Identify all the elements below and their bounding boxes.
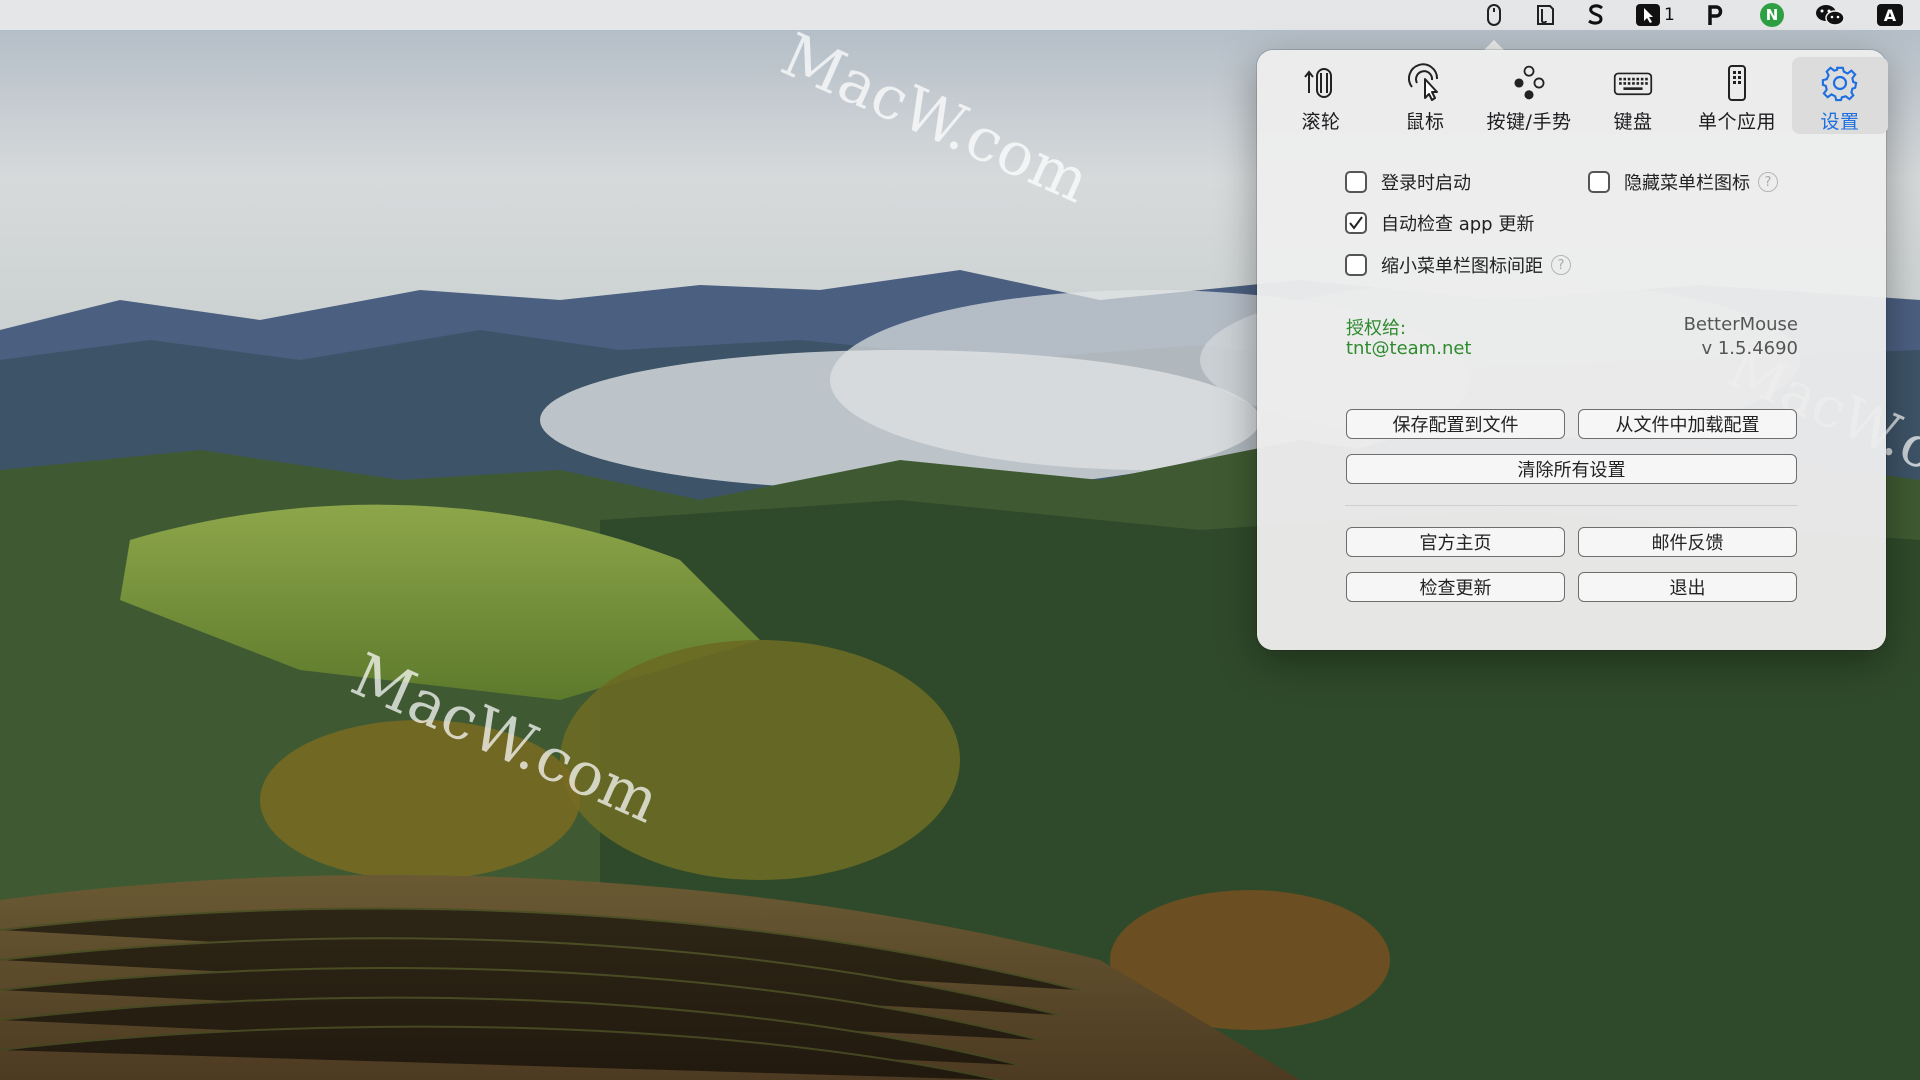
save-config-button[interactable]: 保存配置到文件 xyxy=(1346,409,1565,439)
checkbox-box[interactable] xyxy=(1345,171,1367,193)
cursor-badge: 1 xyxy=(1664,5,1675,25)
checkbox-label: 自动检查 app 更新 xyxy=(1381,214,1535,235)
launch-at-login-checkbox[interactable]: 登录时启动 xyxy=(1345,168,1471,196)
tab-keyboard[interactable]: 键盘 xyxy=(1585,57,1681,134)
tab-buttons-gestures[interactable]: 按键/手势 xyxy=(1481,57,1577,134)
document-icon[interactable] xyxy=(1534,3,1556,27)
tab-label: 按键/手势 xyxy=(1486,111,1572,133)
wechat-icon[interactable] xyxy=(1814,3,1846,27)
check-update-button[interactable]: 检查更新 xyxy=(1346,572,1565,602)
checkbox-box[interactable] xyxy=(1345,254,1367,276)
tab-label: 单个应用 xyxy=(1697,111,1776,133)
single-app-icon xyxy=(1717,61,1757,105)
load-config-button[interactable]: 从文件中加载配置 xyxy=(1578,409,1797,439)
help-icon[interactable]: ? xyxy=(1551,255,1571,275)
bettermouse-popover: 滚轮 鼠标 按键/手势 键盘 单个应用 设置 登录时启动 隐藏菜单栏图标 ? 自… xyxy=(1257,50,1888,650)
help-icon[interactable]: ? xyxy=(1758,172,1778,192)
s-logo-icon[interactable] xyxy=(1585,3,1607,27)
shrink-icon-spacing-checkbox[interactable]: 缩小菜单栏图标间距 ? xyxy=(1345,251,1571,279)
mouse-pointer-icon xyxy=(1405,61,1445,105)
keyboard-icon xyxy=(1613,61,1653,105)
app-version: v 1.5.4690 xyxy=(1701,338,1798,359)
quit-button[interactable]: 退出 xyxy=(1578,572,1797,602)
checkbox-label: 隐藏菜单栏图标 xyxy=(1624,173,1750,194)
gear-icon xyxy=(1820,61,1860,105)
licensed-to-label: 授权给: xyxy=(1346,318,1407,339)
tab-label: 滚轮 xyxy=(1301,111,1341,133)
tab-scroll-wheel[interactable]: 滚轮 xyxy=(1273,57,1369,134)
toolbar: 滚轮 鼠标 按键/手势 键盘 单个应用 设置 xyxy=(1272,57,1888,134)
p-logo-icon[interactable] xyxy=(1703,3,1725,27)
n-logo-icon[interactable]: N xyxy=(1760,3,1784,27)
homepage-button[interactable]: 官方主页 xyxy=(1346,527,1565,557)
checkmark-icon xyxy=(1349,216,1363,230)
cursor-icon[interactable]: 1 xyxy=(1635,3,1675,27)
tab-label: 设置 xyxy=(1820,111,1860,133)
clear-all-settings-button[interactable]: 清除所有设置 xyxy=(1346,454,1797,484)
app-name: BetterMouse xyxy=(1683,314,1798,335)
checkbox-box[interactable] xyxy=(1588,171,1610,193)
tab-single-app[interactable]: 单个应用 xyxy=(1689,57,1785,134)
input-source-icon[interactable]: A xyxy=(1877,3,1903,27)
email-feedback-button[interactable]: 邮件反馈 xyxy=(1578,527,1797,557)
checkbox-label: 缩小菜单栏图标间距 xyxy=(1381,256,1543,277)
tab-label: 键盘 xyxy=(1613,111,1653,133)
tab-mouse[interactable]: 鼠标 xyxy=(1377,57,1473,134)
tab-label: 鼠标 xyxy=(1405,111,1445,133)
auto-check-updates-checkbox[interactable]: 自动检查 app 更新 xyxy=(1345,209,1534,237)
scroll-wheel-icon xyxy=(1301,61,1341,105)
checkbox-label: 登录时启动 xyxy=(1381,173,1471,194)
menu-bar: 1 N A xyxy=(0,0,1920,30)
divider xyxy=(1345,505,1798,506)
license-email: tnt@team.net xyxy=(1346,338,1472,359)
buttons-gesture-icon xyxy=(1509,61,1549,105)
checkbox-box[interactable] xyxy=(1345,212,1367,234)
hide-menubar-icon-checkbox[interactable]: 隐藏菜单栏图标 ? xyxy=(1588,168,1778,196)
mouse-icon[interactable] xyxy=(1485,3,1503,27)
tab-settings[interactable]: 设置 xyxy=(1792,57,1888,134)
